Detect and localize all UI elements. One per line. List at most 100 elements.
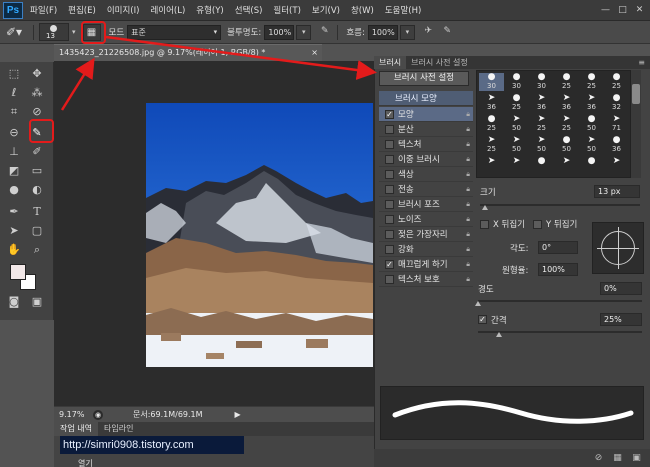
lock-icon[interactable]: 🔒︎ — [466, 230, 470, 239]
lock-icon[interactable]: 🔒︎ — [466, 185, 470, 194]
hardness-slider-knob[interactable] — [475, 301, 481, 306]
settings-item-wet-edges[interactable]: 젖은 가장자리 🔒︎ — [379, 227, 473, 242]
eraser-tool-icon[interactable]: ◩ — [5, 163, 23, 179]
pressure-opacity-icon[interactable]: ✎ — [317, 25, 332, 40]
brush-tip-item[interactable]: ➤ — [479, 157, 504, 175]
settings-item-transfer[interactable]: 전송 🔒︎ — [379, 182, 473, 197]
size-slider[interactable] — [480, 204, 640, 206]
angle-input[interactable]: 0° — [538, 241, 578, 254]
brush-tip-item[interactable]: ● 50 — [579, 115, 604, 133]
quick-mask-icon[interactable]: ◙ — [5, 294, 23, 310]
foreground-color-swatch[interactable] — [10, 264, 26, 280]
settings-item-scattering[interactable]: 분산 🔒︎ — [379, 122, 473, 137]
brush-tip-item[interactable]: ● — [579, 157, 604, 175]
stamp-tool-icon[interactable]: ⊥ — [5, 144, 23, 160]
brush-tip-item[interactable]: ➤ 50 — [504, 136, 529, 154]
checkbox[interactable] — [385, 244, 394, 254]
brush-tip-item[interactable]: ● 25 — [479, 115, 504, 133]
tab-brush[interactable]: 브러시 — [374, 56, 407, 69]
brush-tip-item[interactable]: ➤ — [504, 157, 529, 175]
checkbox[interactable] — [385, 154, 394, 164]
settings-item-noise[interactable]: 노이즈 🔒︎ — [379, 212, 473, 227]
lock-icon[interactable]: 🔒︎ — [466, 140, 470, 149]
zoom-level[interactable]: 9.17% — [59, 410, 93, 419]
brush-tip-item[interactable]: ➤ 71 — [604, 115, 629, 133]
close-window-icon[interactable]: ✕ — [633, 4, 646, 17]
brush-tip-item[interactable]: ➤ 36 — [529, 94, 554, 112]
angle-roundness-widget[interactable] — [592, 222, 644, 274]
menu-type[interactable]: 유형(Y) — [196, 4, 223, 16]
settings-item-smoothing[interactable]: ✓ 매끄럽게 하기 🔒︎ — [379, 257, 473, 272]
brush-tip-item[interactable]: ➤ 36 — [479, 94, 504, 112]
checkbox[interactable] — [385, 199, 394, 209]
screen-mode-icon[interactable]: ▣ — [28, 294, 46, 310]
checkbox[interactable]: ✓ — [385, 109, 394, 119]
settings-item-protect-texture[interactable]: 텍스처 보호 🔒︎ — [379, 272, 473, 287]
hardness-slider[interactable] — [478, 300, 642, 302]
document-tab[interactable]: 1435423_21226508.jpg @ 9.17%(레이어 1, RGB/… — [54, 44, 322, 61]
checkbox[interactable] — [385, 124, 394, 134]
blur-tool-icon[interactable]: ● — [5, 182, 23, 198]
settings-item-shape-dynamics[interactable]: ✓ 모양 🔒︎ — [379, 107, 473, 122]
maximize-icon[interactable]: □ — [616, 4, 629, 17]
shape-tool-icon[interactable]: ▢ — [28, 223, 46, 239]
airbrush-icon[interactable]: ✈ — [421, 25, 436, 40]
hardness-input[interactable]: 0% — [600, 282, 642, 295]
brush-tip-item[interactable]: ● 36 — [604, 136, 629, 154]
minimize-icon[interactable]: — — [599, 4, 612, 17]
menu-file[interactable]: 파일(F) — [30, 4, 57, 16]
checkbox[interactable]: ✓ — [385, 259, 394, 269]
settings-item-build-up[interactable]: 강화 🔒︎ — [379, 242, 473, 257]
spacing-slider-knob[interactable] — [496, 332, 502, 337]
lock-icon[interactable]: 🔒︎ — [466, 125, 470, 134]
quick-select-tool-icon[interactable]: ⁂ — [28, 85, 46, 101]
tab-brush-presets[interactable]: 브러시 사전 설정 — [406, 56, 473, 69]
brush-tip-item[interactable]: ➤ 50 — [504, 115, 529, 133]
spacing-slider[interactable] — [478, 331, 642, 333]
new-brush-icon[interactable]: ▣ — [631, 453, 642, 464]
dodge-tool-icon[interactable]: ◐ — [28, 182, 46, 198]
lock-icon[interactable]: 🔒︎ — [466, 200, 470, 209]
opacity-input[interactable]: 100% — [264, 24, 295, 40]
brush-tip-item[interactable]: ➤ — [554, 157, 579, 175]
flow-dropdown-button[interactable]: ▾ — [399, 24, 415, 40]
status-menu-arrow-icon[interactable]: ▶ — [235, 410, 241, 419]
type-tool-icon[interactable]: T — [28, 204, 46, 220]
spacing-input[interactable]: 25% — [600, 313, 642, 326]
menu-help[interactable]: 도움말(H) — [385, 4, 421, 16]
size-slider-knob[interactable] — [482, 205, 488, 210]
brush-tip-item[interactable]: ➤ 25 — [479, 136, 504, 154]
lock-icon[interactable]: 🔒︎ — [466, 245, 470, 254]
opacity-dropdown-button[interactable]: ▾ — [296, 24, 312, 40]
brush-tip-item[interactable]: ● 25 — [554, 73, 579, 91]
chevron-down-icon[interactable]: ▾ — [72, 28, 76, 36]
brush-tip-item[interactable]: ➤ 36 — [579, 94, 604, 112]
panel-menu-icon[interactable]: ≡ — [638, 58, 645, 67]
healing-tool-icon[interactable]: ⊖ — [5, 125, 23, 141]
brush-tip-item[interactable]: ● 30 — [504, 73, 529, 91]
brush-tip-item[interactable]: ● 30 — [529, 73, 554, 91]
pressure-size-icon[interactable]: ✎ — [440, 25, 455, 40]
pen-tool-icon[interactable]: ✒ — [5, 204, 23, 220]
lock-icon[interactable]: 🔒︎ — [466, 170, 470, 179]
mode-select[interactable]: 표준 ▾ — [127, 24, 222, 40]
lock-icon[interactable]: 🔒︎ — [466, 215, 470, 224]
brush-tip-item[interactable]: ● 32 — [604, 94, 629, 112]
scrollbar-thumb[interactable] — [632, 84, 640, 104]
settings-item-brush-pose[interactable]: 브러시 포즈 🔒︎ — [379, 197, 473, 212]
history-item-open[interactable]: 열기 — [78, 458, 93, 467]
flip-x-checkbox[interactable] — [480, 219, 489, 229]
flip-y-checkbox[interactable] — [533, 219, 542, 229]
settings-item-brush-tip-shape[interactable]: 브러시 모양 — [379, 91, 473, 106]
flow-input[interactable]: 100% — [367, 24, 398, 40]
marquee-tool-icon[interactable]: ⬚ — [5, 66, 23, 82]
settings-item-texture[interactable]: 텍스처 🔒︎ — [379, 137, 473, 152]
settings-item-dual-brush[interactable]: 이중 브러시 🔒︎ — [379, 152, 473, 167]
menu-window[interactable]: 창(W) — [351, 4, 374, 16]
path-select-tool-icon[interactable]: ➤ — [5, 223, 23, 239]
toggle-preview-icon[interactable]: ⊘ — [593, 453, 604, 464]
close-tab-icon[interactable]: × — [311, 45, 318, 60]
tip-grid-scrollbar[interactable] — [631, 70, 641, 178]
zoom-tool-icon[interactable]: ⌕ — [28, 242, 46, 258]
menu-image[interactable]: 이미지(I) — [107, 4, 140, 16]
